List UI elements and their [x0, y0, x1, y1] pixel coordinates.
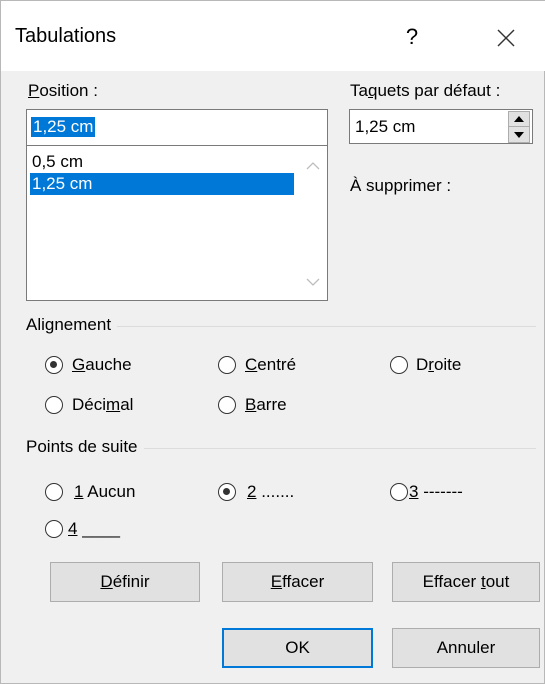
position-input-value: 1,25 cm — [31, 117, 96, 137]
align-bar-radio[interactable] — [218, 396, 236, 414]
close-button[interactable] — [485, 19, 525, 55]
radio-dot — [223, 488, 230, 495]
align-bar-label[interactable]: Barre — [245, 395, 287, 415]
align-center-label[interactable]: Centré — [245, 355, 296, 375]
list-scrollbar[interactable] — [297, 146, 327, 300]
alignment-title: Alignement — [26, 315, 118, 335]
chevron-down-icon — [306, 278, 320, 286]
chevron-up-icon — [306, 162, 320, 170]
position-input[interactable]: 1,25 cm — [26, 109, 328, 146]
default-tabs-label: Taquets par défaut : — [350, 81, 501, 100]
list-item[interactable]: 0,5 cm — [30, 151, 83, 173]
clear-button[interactable]: Effacer — [222, 562, 373, 602]
position-list[interactable]: 0,5 cm 1,25 cm — [26, 145, 328, 301]
ok-button[interactable]: OK — [222, 628, 373, 668]
triangle-up-icon — [514, 116, 524, 122]
align-decimal-radio[interactable] — [45, 396, 63, 414]
leader-none-radio[interactable] — [45, 483, 63, 501]
align-left-radio[interactable] — [45, 356, 63, 374]
help-button[interactable]: ? — [392, 19, 432, 55]
tabs-dialog: Tabulations ? Position : 1,25 cm 0,5 cm … — [0, 0, 545, 684]
title-bar: Tabulations ? — [1, 1, 545, 71]
position-label: Position : — [28, 81, 98, 100]
leader-dashes-label[interactable]: 3 ------- — [409, 482, 463, 502]
clear-all-button[interactable]: Effacer tout — [392, 562, 540, 602]
leader-underline-label[interactable]: 4 ____ — [68, 519, 120, 539]
leader-title: Points de suite — [26, 437, 144, 457]
radio-dot — [50, 361, 57, 368]
set-button[interactable]: Définir — [50, 562, 200, 602]
list-item[interactable]: 1,25 cm — [30, 173, 294, 195]
dialog-title: Tabulations — [15, 25, 117, 47]
leader-dots-label[interactable]: 2 ....... — [247, 482, 294, 502]
align-decimal-label[interactable]: Décimal — [72, 395, 133, 415]
leader-dashes-radio[interactable] — [390, 483, 408, 501]
spin-down-button[interactable] — [508, 126, 530, 143]
triangle-down-icon — [514, 132, 524, 138]
default-tabs-value: 1,25 cm — [355, 117, 416, 136]
close-icon — [497, 29, 515, 47]
align-center-radio[interactable] — [218, 356, 236, 374]
default-tabs-spinner[interactable]: 1,25 cm — [349, 109, 533, 144]
leader-dots-radio[interactable] — [218, 483, 236, 501]
align-right-radio[interactable] — [390, 356, 408, 374]
to-clear-label: À supprimer : — [350, 176, 452, 195]
align-right-label[interactable]: Droite — [416, 355, 461, 375]
leader-underline-radio[interactable] — [45, 520, 63, 538]
leader-none-label[interactable]: 1 Aucun — [74, 482, 135, 502]
align-left-label[interactable]: Gauche — [72, 355, 132, 375]
cancel-button[interactable]: Annuler — [392, 628, 540, 668]
